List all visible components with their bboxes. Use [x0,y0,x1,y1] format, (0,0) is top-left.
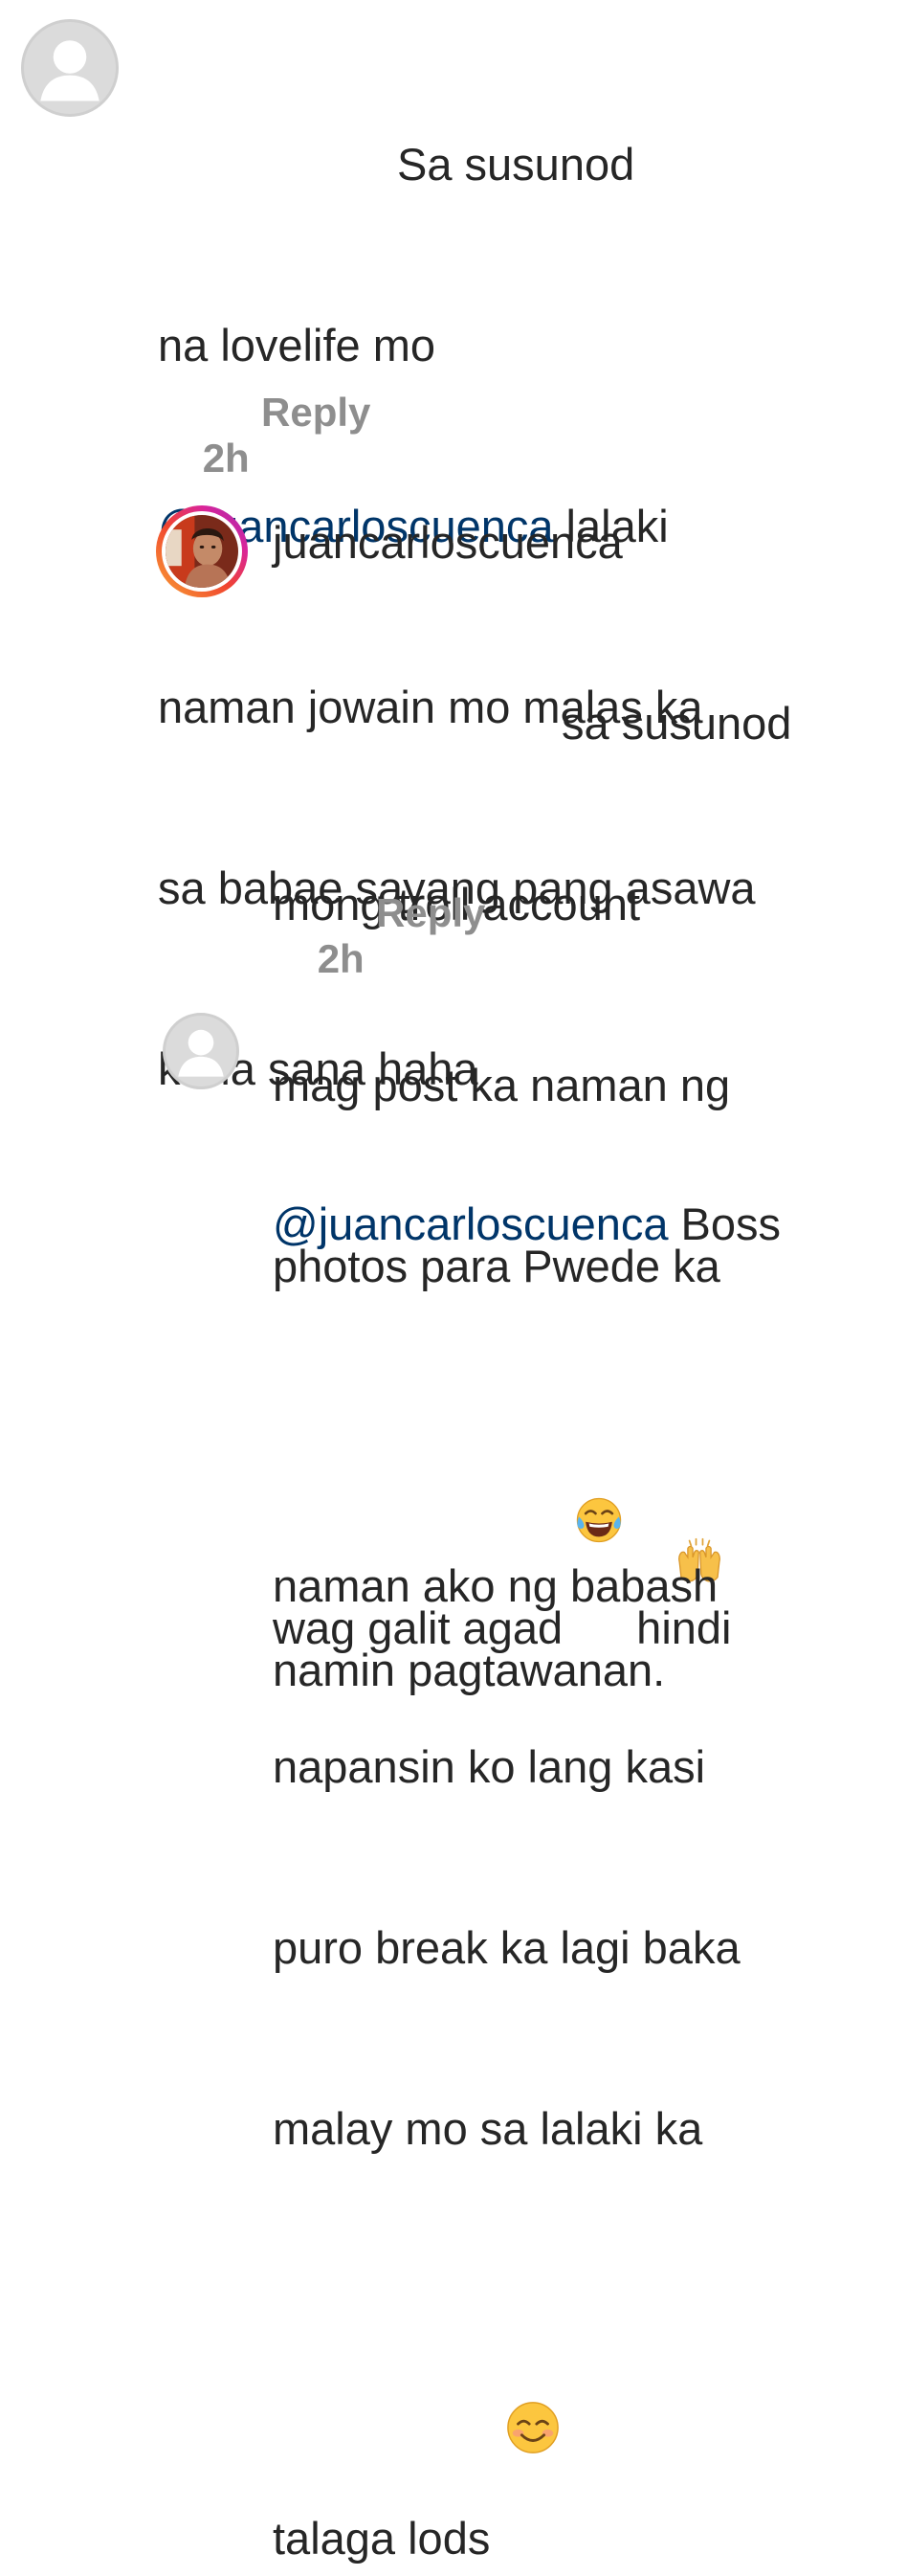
story-ring [162,511,242,592]
comment-line: @juancarloscuenca Boss [273,1194,781,1254]
default-avatar-icon[interactable] [163,1013,239,1089]
comment-line: sa susunod [562,698,792,749]
mention-link[interactable]: @juancarloscuenca [273,1198,669,1249]
profile-avatar[interactable] [156,505,248,597]
comment-line: malay mo sa lalaki ka [273,2103,703,2154]
smiling-face-emoji [505,2279,561,2453]
comment-line-text: Boss [668,1198,782,1249]
comment-line-text: talaga lods [273,2513,491,2564]
comment-line: naman ako ng babash [273,1560,719,1611]
reply-button[interactable]: Reply [261,390,370,436]
comment-line: na lovelife mo [158,320,435,370]
comment-text: @juancarloscuenca Boss wag galit agad hi… [273,1073,781,2564]
comment-line: wag galit agad hindi [273,1375,781,1653]
timestamp: 2h [317,936,365,981]
comment-line: napansin ko lang kasi [273,1741,706,1792]
comment-username[interactable]: juancarloscuenca [273,512,623,572]
profile-photo [166,515,238,588]
comment-line: puro break ka lagi baka [273,1922,741,1973]
tears-of-joy-emoji [574,1375,624,1543]
reply-button[interactable]: Reply [376,890,485,936]
comment-line: Sa susunod [397,139,635,190]
default-avatar-icon[interactable] [21,19,119,117]
timestamp: 2h [202,436,250,481]
comment-line: talaga lods [273,2279,781,2564]
comment-meta: 2h Reply [273,890,486,1074]
